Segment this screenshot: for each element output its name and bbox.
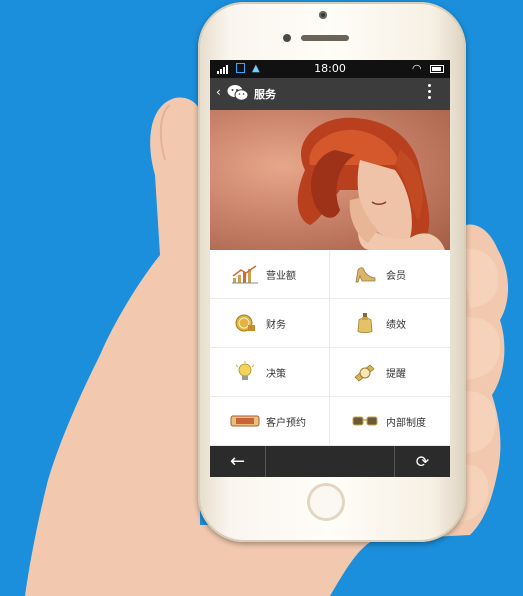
grid-item-label: 财务 — [266, 319, 286, 331]
high-heel-icon — [350, 263, 380, 285]
bottom-toolbar: ← ⟳ — [210, 446, 450, 477]
back-chevron-icon[interactable]: ‹ — [216, 85, 221, 99]
glasses-icon — [350, 410, 380, 432]
grid-item-revenue[interactable]: 营业额 — [210, 250, 330, 299]
grid-item-appointment[interactable]: 客户预约 — [210, 397, 330, 446]
status-bar: ▲ 18:00 ◠ — [210, 60, 450, 78]
coin-icon — [230, 312, 260, 334]
banner-image — [210, 110, 450, 250]
phone-screen: ▲ 18:00 ◠ ‹ 服务 营业额 会员 财务 绩效 决策 提醒 客户预约 内… — [210, 60, 450, 477]
perfume-bottle-icon — [350, 312, 380, 334]
grid-item-label: 会员 — [386, 270, 406, 282]
grid-item-label: 内部制度 — [386, 417, 426, 429]
battery-icon — [430, 65, 444, 73]
page-title: 服务 — [254, 88, 276, 101]
more-vertical-icon[interactable] — [428, 84, 432, 99]
voucher-ticket-icon — [230, 410, 260, 432]
grid-item-finance[interactable]: 财务 — [210, 299, 330, 348]
grid-item-label: 绩效 — [386, 319, 406, 331]
front-sensor — [283, 34, 291, 42]
back-arrow-icon[interactable]: ← — [210, 446, 266, 477]
woman-portrait-illustration — [297, 117, 445, 250]
grid-item-member[interactable]: 会员 — [330, 250, 450, 299]
front-camera — [319, 11, 327, 19]
grid-item-label: 决策 — [266, 368, 286, 380]
grid-item-decision[interactable]: 决策 — [210, 348, 330, 397]
grid-item-label: 提醒 — [386, 368, 406, 380]
grid-item-performance[interactable]: 绩效 — [330, 299, 450, 348]
earpiece-speaker — [301, 35, 349, 41]
service-grid: 营业额 会员 财务 绩效 决策 提醒 客户预约 内部制度 — [210, 250, 450, 446]
grid-item-policy[interactable]: 内部制度 — [330, 397, 450, 446]
grid-item-reminder[interactable]: 提醒 — [330, 348, 450, 397]
home-button[interactable] — [307, 483, 345, 521]
refresh-icon[interactable]: ⟳ — [394, 446, 450, 477]
grid-item-label: 客户预约 — [266, 417, 306, 429]
wifi-icon: ◠ — [412, 62, 422, 75]
grid-item-label: 营业额 — [266, 270, 296, 282]
light-bulb-icon — [230, 361, 260, 383]
nav-bar: ‹ 服务 — [210, 78, 450, 110]
revenue-chart-icon — [230, 263, 260, 285]
wechat-icon — [227, 85, 249, 101]
watch-icon — [350, 361, 380, 383]
